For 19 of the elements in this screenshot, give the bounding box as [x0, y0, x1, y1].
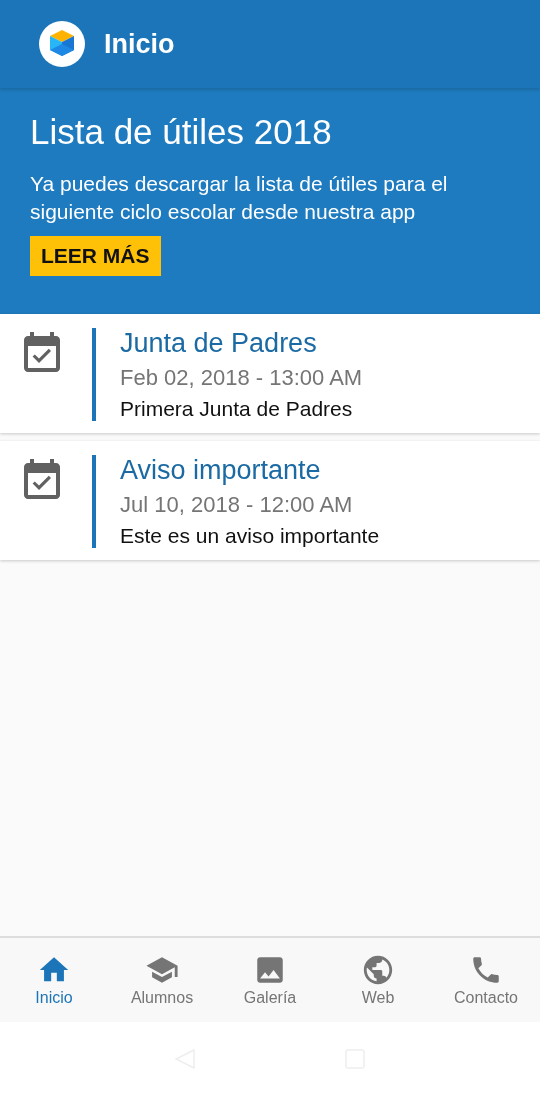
- event-card[interactable]: Aviso importante Jul 10, 2018 - 12:00 AM Este es un aviso importante: [0, 441, 540, 560]
- nav-tab[interactable]: Galería: [216, 938, 324, 1022]
- event-date: Jul 10, 2018 - 12:00 AM: [120, 492, 354, 518]
- event-card[interactable]: Junta de Padres Feb 02, 2018 - 13:00 AM Primera Junta de Padres: [0, 314, 540, 433]
- nav-tab[interactable]: Web: [324, 938, 432, 1022]
- event-description: Primera Junta de Padres: [120, 397, 354, 421]
- event-title: Junta de Padres: [120, 328, 318, 359]
- read-more-button[interactable]: LEER MÁS: [30, 236, 161, 276]
- event-date: Feb 02, 2018 - 13:00 AM: [120, 365, 363, 391]
- nav-tab[interactable]: Inicio: [0, 938, 108, 1022]
- globe-icon: [361, 953, 395, 987]
- banner-text: Ya puedes descargar la lista de útiles para el siguiente ciclo escolar desde nuestra app: [30, 171, 449, 225]
- nav-tab[interactable]: Alumnos: [108, 938, 216, 1022]
- cube-logo-icon: [38, 20, 86, 68]
- nav-tab[interactable]: Contacto: [432, 938, 540, 1022]
- event-title: Aviso importante: [120, 455, 322, 486]
- banner-title: Lista de útiles 2018: [30, 112, 333, 152]
- event-description: Este es un aviso importante: [120, 524, 380, 548]
- app-bar-title: Inicio: [104, 28, 175, 60]
